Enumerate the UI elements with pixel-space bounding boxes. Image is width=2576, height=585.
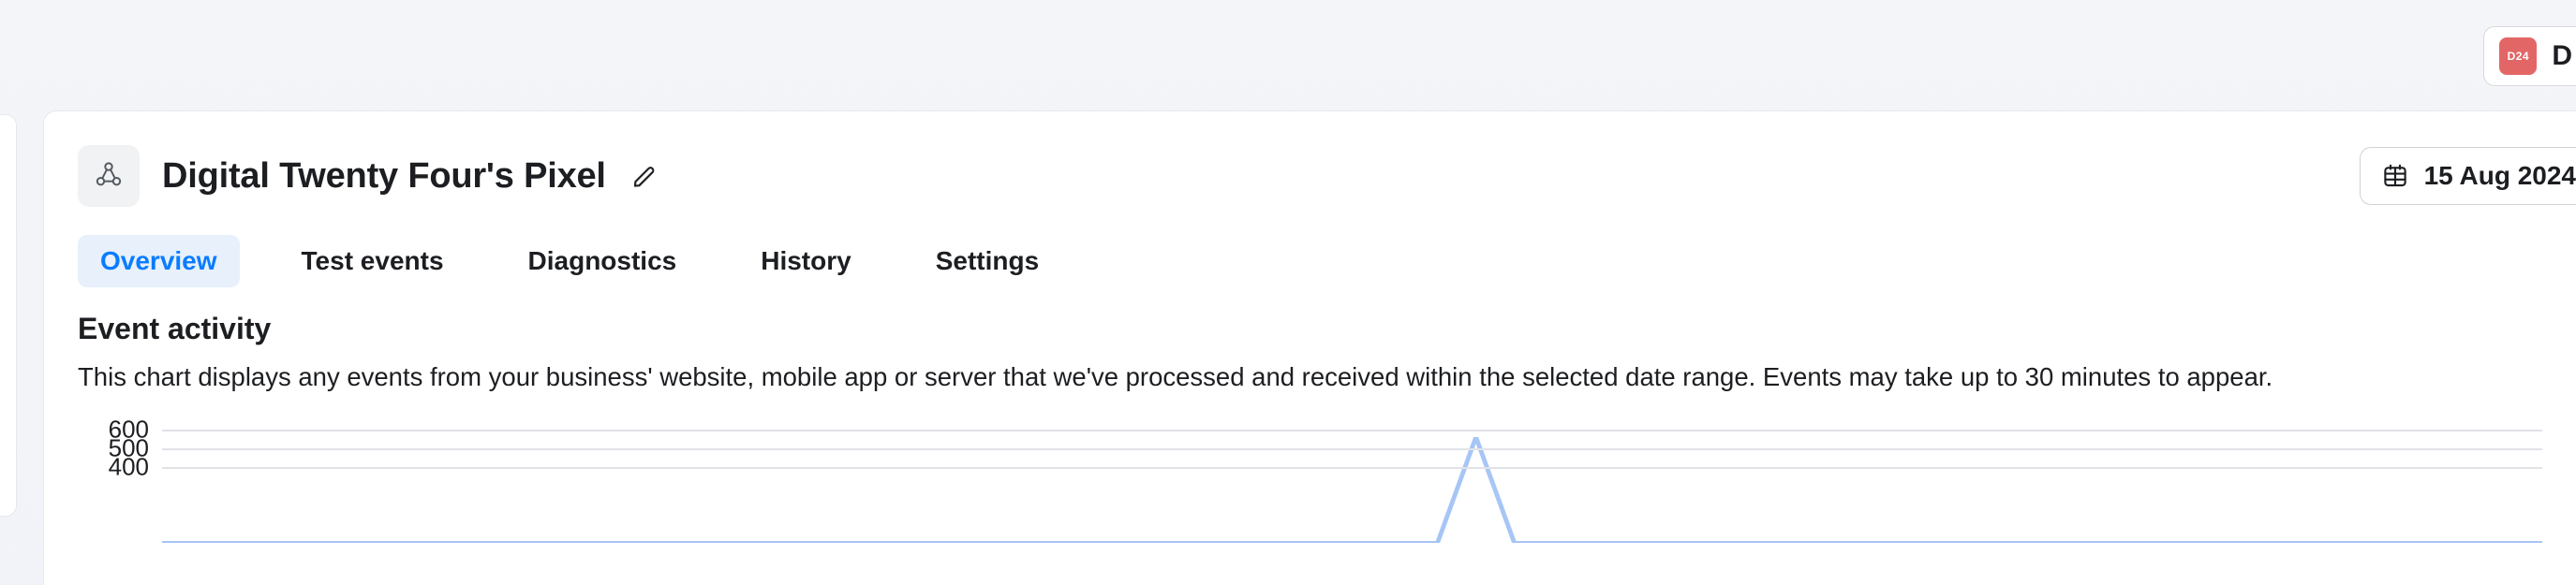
title-row: Digital Twenty Four's Pixel 15 Aug 2024 [44, 145, 2576, 207]
date-range-picker[interactable]: 15 Aug 2024 [2360, 147, 2576, 205]
page-title: Digital Twenty Four's Pixel [162, 156, 606, 197]
pixel-icon [78, 145, 140, 207]
main-card: Digital Twenty Four's Pixel 15 Aug 2024 … [43, 110, 2576, 585]
date-range-label: 15 Aug 2024 [2424, 161, 2576, 191]
account-badge: D24 [2499, 37, 2537, 75]
y-axis: 600 500 400 [78, 430, 153, 542]
tab-test-events[interactable]: Test events [279, 235, 466, 287]
edit-title-button[interactable] [625, 156, 664, 196]
tab-label: History [761, 246, 851, 275]
account-switcher[interactable]: D24 D [2483, 26, 2576, 86]
section-description: This chart displays any events from your… [78, 359, 2542, 394]
tab-diagnostics[interactable]: Diagnostics [506, 235, 700, 287]
chart-plot-area [162, 430, 2542, 542]
y-tick: 400 [109, 453, 149, 482]
account-badge-text: D24 [2508, 50, 2530, 63]
tabs: Overview Test events Diagnostics History… [44, 207, 2576, 312]
tab-overview[interactable]: Overview [78, 235, 240, 287]
grid-line [162, 467, 2542, 469]
sidebar-peek [0, 114, 17, 517]
event-activity-chart: 600 500 400 [78, 430, 2542, 542]
tab-label: Overview [100, 246, 217, 275]
event-activity-section: Event activity This chart displays any e… [44, 312, 2576, 394]
grid-line [162, 430, 2542, 431]
tab-label: Settings [936, 246, 1039, 275]
tab-label: Diagnostics [528, 246, 677, 275]
grid-line [162, 448, 2542, 450]
audience-share-icon [93, 160, 125, 192]
calendar-icon [2381, 162, 2409, 190]
chart-series-line [162, 437, 2542, 542]
tab-history[interactable]: History [738, 235, 873, 287]
pencil-icon [630, 162, 659, 190]
tab-label: Test events [302, 246, 444, 275]
account-initial: D [2552, 40, 2576, 72]
section-title: Event activity [78, 312, 2542, 346]
chart-svg [162, 430, 2542, 542]
tab-settings[interactable]: Settings [913, 235, 1061, 287]
